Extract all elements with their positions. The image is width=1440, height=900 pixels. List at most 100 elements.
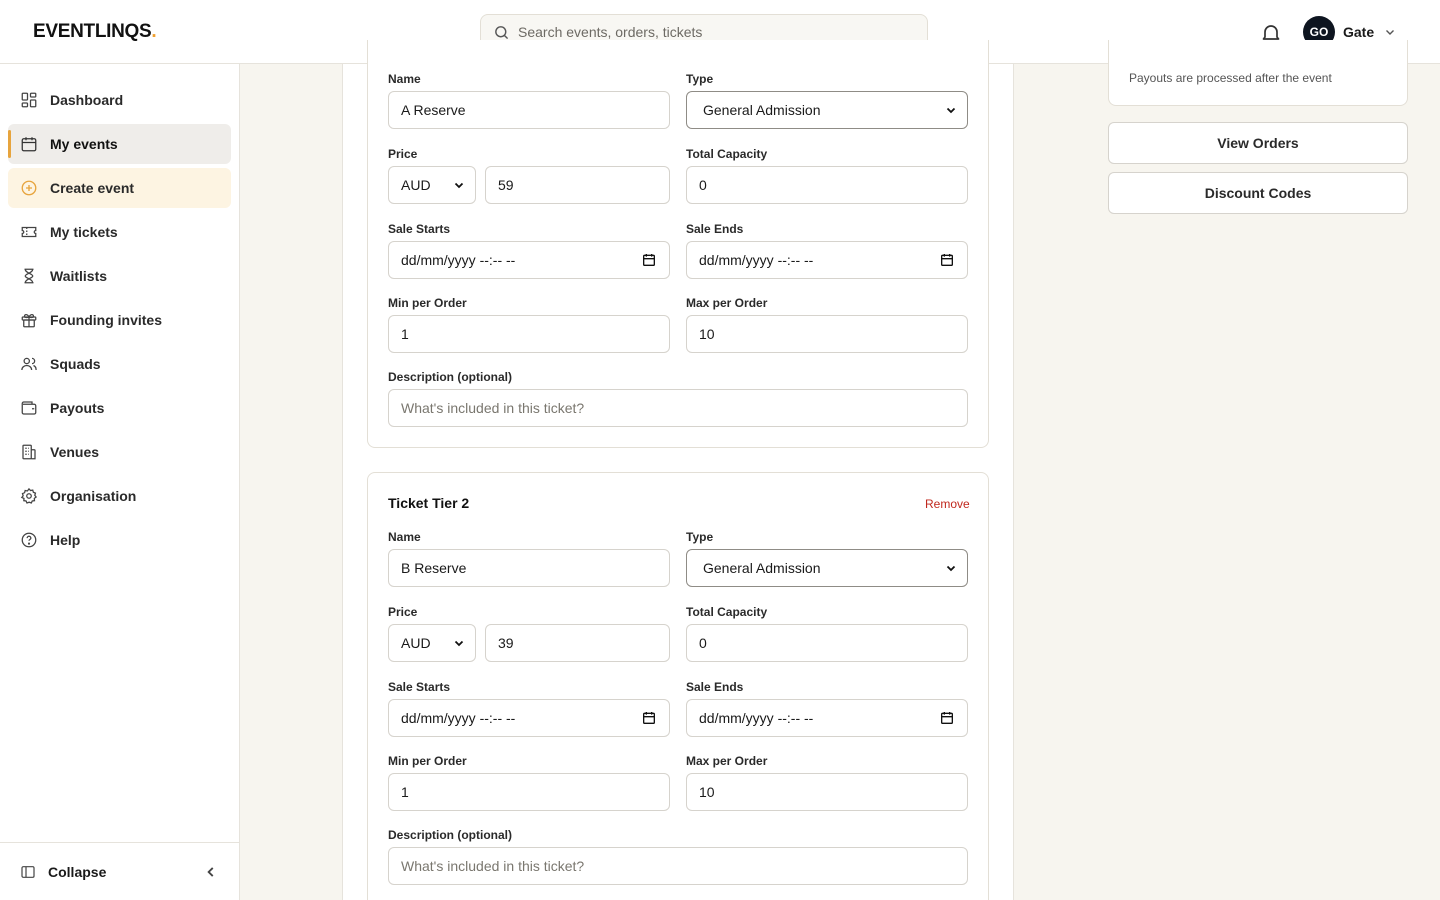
brand-logo[interactable]: EVENTLINQS. — [33, 21, 157, 43]
tier-1-name-input[interactable] — [388, 91, 670, 129]
type-label: Type — [686, 530, 714, 544]
tier-1-currency-select[interactable]: AUD — [388, 166, 476, 204]
sidebar-item-label: Help — [50, 532, 81, 548]
sidebar-toggle-icon — [21, 865, 35, 878]
collapse-button[interactable]: Collapse — [0, 842, 240, 900]
sidebar-item-label: Dashboard — [50, 92, 124, 108]
description-label: Description (optional) — [388, 828, 512, 842]
sidebar-item-create-event[interactable]: Create event — [8, 168, 231, 208]
tier-2-description-input[interactable] — [388, 847, 968, 885]
sidebar-item-founding-invites[interactable]: Founding invites — [8, 300, 231, 340]
max-per-order-label: Max per Order — [686, 754, 768, 768]
tier-1-min-input[interactable] — [388, 315, 670, 353]
payout-info-card: Payouts are processed after the event — [1108, 40, 1408, 106]
sale-ends-label: Sale Ends — [686, 680, 744, 694]
tier-1-type-select[interactable]: General Admission — [686, 91, 968, 129]
dashboard-icon — [21, 92, 37, 108]
sidebar-item-label: Founding invites — [50, 312, 162, 328]
calendar-icon[interactable] — [641, 710, 657, 726]
sidebar-item-venues[interactable]: Venues — [8, 432, 231, 472]
payout-note: Payouts are processed after the event — [1129, 71, 1332, 85]
sidebar-item-payouts[interactable]: Payouts — [8, 388, 231, 428]
chevron-down-icon — [454, 640, 464, 647]
chevron-left-icon — [207, 867, 214, 877]
date-placeholder: dd/mm/yyyy --:-- -- — [401, 252, 516, 268]
sale-ends-label: Sale Ends — [686, 222, 744, 236]
sidebar-item-dashboard[interactable]: Dashboard — [8, 80, 231, 120]
type-label: Type — [686, 72, 714, 86]
sidebar-item-label: Create event — [50, 180, 135, 196]
sidebar: Dashboard My events Create event My tick… — [0, 64, 240, 900]
building-icon — [22, 444, 36, 460]
tier-1-description-input[interactable] — [388, 389, 968, 427]
tier-2-name-input[interactable] — [388, 549, 670, 587]
min-per-order-label: Min per Order — [388, 296, 467, 310]
sidebar-item-label: Squads — [50, 356, 101, 372]
tier-1-max-input[interactable] — [686, 315, 968, 353]
tier-2-currency-select[interactable]: AUD — [388, 624, 476, 662]
search-input[interactable] — [518, 24, 898, 40]
tier-2-price-input[interactable] — [485, 624, 670, 662]
chevron-down-icon — [946, 107, 956, 114]
type-value: General Admission — [703, 102, 821, 118]
collapse-label: Collapse — [48, 863, 107, 880]
currency-value: AUD — [401, 177, 431, 193]
wallet-icon — [21, 401, 37, 415]
total-capacity-label: Total Capacity — [686, 147, 768, 161]
sidebar-item-organisation[interactable]: Organisation — [8, 476, 231, 516]
chevron-down-icon — [1386, 30, 1395, 35]
calendar-icon — [21, 137, 37, 152]
users-icon — [21, 357, 37, 371]
gift-icon — [21, 314, 37, 328]
chevron-down-icon — [946, 565, 956, 572]
calendar-icon[interactable] — [939, 710, 955, 726]
plus-circle-icon — [21, 180, 37, 196]
tier-2-sale-ends-input[interactable]: dd/mm/yyyy --:-- -- — [686, 699, 968, 737]
ticket-icon — [21, 226, 37, 238]
remove-tier-button[interactable]: Remove — [925, 497, 970, 511]
tier-1-capacity-input[interactable] — [686, 166, 968, 204]
tier-2-min-input[interactable] — [388, 773, 670, 811]
sidebar-item-my-events[interactable]: My events — [8, 124, 231, 164]
sidebar-item-label: Organisation — [50, 488, 137, 504]
tier-title: Ticket Tier 2 — [388, 495, 470, 511]
sidebar-item-waitlists[interactable]: Waitlists — [8, 256, 231, 296]
tier-2-max-input[interactable] — [686, 773, 968, 811]
help-icon — [21, 532, 37, 548]
tier-1-sale-starts-input[interactable]: dd/mm/yyyy --:-- -- — [388, 241, 670, 279]
sidebar-item-label: Venues — [50, 444, 100, 460]
calendar-icon[interactable] — [641, 252, 657, 268]
name-label: Name — [388, 530, 421, 544]
date-placeholder: dd/mm/yyyy --:-- -- — [401, 710, 516, 726]
name-label: Name — [388, 72, 421, 86]
search-icon — [495, 25, 508, 39]
price-label: Price — [388, 605, 418, 619]
view-orders-button[interactable]: View Orders — [1108, 122, 1408, 164]
chevron-down-icon — [454, 182, 464, 189]
description-label: Description (optional) — [388, 370, 512, 384]
currency-value: AUD — [401, 635, 431, 651]
sidebar-item-label: My events — [50, 136, 118, 152]
sidebar-item-help[interactable]: Help — [8, 520, 231, 560]
tier-1-sale-ends-input[interactable]: dd/mm/yyyy --:-- -- — [686, 241, 968, 279]
max-per-order-label: Max per Order — [686, 296, 768, 310]
gear-icon — [20, 487, 38, 504]
price-label: Price — [388, 147, 418, 161]
sidebar-item-label: My tickets — [50, 224, 118, 240]
min-per-order-label: Min per Order — [388, 754, 467, 768]
type-value: General Admission — [703, 560, 821, 576]
date-placeholder: dd/mm/yyyy --:-- -- — [699, 252, 814, 268]
sale-starts-label: Sale Starts — [388, 222, 451, 236]
sidebar-item-my-tickets[interactable]: My tickets — [8, 212, 231, 252]
sidebar-item-label: Payouts — [50, 400, 105, 416]
tier-2-type-select[interactable]: General Admission — [686, 549, 968, 587]
tier-2-sale-starts-input[interactable]: dd/mm/yyyy --:-- -- — [388, 699, 670, 737]
discount-codes-button[interactable]: Discount Codes — [1108, 172, 1408, 214]
tier-2-capacity-input[interactable] — [686, 624, 968, 662]
sale-starts-label: Sale Starts — [388, 680, 451, 694]
sidebar-item-label: Waitlists — [50, 268, 108, 284]
sidebar-item-squads[interactable]: Squads — [8, 344, 231, 384]
calendar-icon[interactable] — [939, 252, 955, 268]
user-name: Gate — [1343, 24, 1375, 40]
tier-1-price-input[interactable] — [485, 166, 670, 204]
